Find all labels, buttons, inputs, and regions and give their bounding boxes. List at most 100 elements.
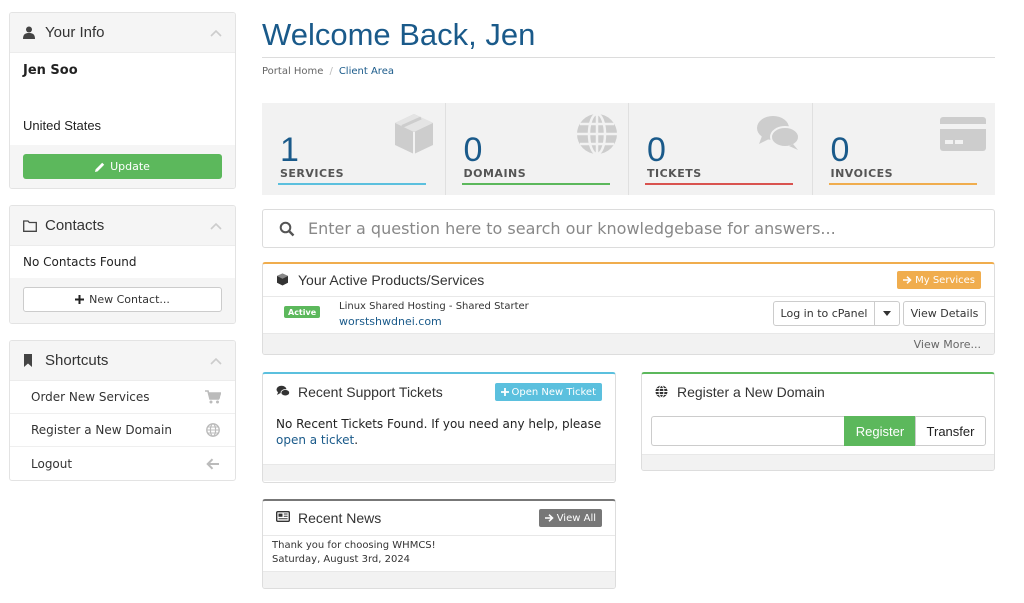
tile-domains[interactable]: 0 DOMAINS [446, 103, 629, 195]
stats-tiles: 1 SERVICES 0 DOMAINS 0 TICKETS 0 INVOICE… [262, 103, 995, 195]
your-info-title: Your Info [45, 24, 105, 41]
open-new-ticket-button[interactable]: Open New Ticket [494, 383, 602, 401]
comments-icon [756, 116, 800, 150]
globe-icon [205, 422, 221, 438]
breadcrumb-portal-home[interactable]: Portal Home [262, 66, 323, 77]
search-icon [279, 221, 295, 236]
register-domain-footer [642, 454, 994, 470]
folder-icon [23, 219, 39, 232]
contacts-empty: No Contacts Found [23, 255, 137, 269]
services-label: SERVICES [280, 167, 345, 180]
my-services-button[interactable]: My Services [897, 271, 981, 289]
open-new-ticket-label: Open New Ticket [511, 386, 596, 398]
globe-icon [577, 112, 617, 156]
new-contact-label: New Contact... [89, 293, 170, 306]
shortcut-logout[interactable]: Logout [10, 447, 235, 480]
cpanel-login-label: Log in to cPanel [780, 307, 868, 320]
transfer-label: Transfer [926, 423, 975, 439]
recent-news-header: Recent News View All [263, 501, 615, 536]
shortcuts-header[interactable]: Shortcuts [10, 341, 235, 381]
pencil-icon [95, 162, 105, 172]
cart-icon [205, 389, 221, 405]
domains-accent-bar [461, 183, 610, 185]
cpanel-dropdown-toggle[interactable] [874, 301, 900, 326]
newspaper-icon [276, 511, 290, 525]
cpanel-login-button[interactable]: Log in to cPanel [773, 301, 875, 326]
tile-services[interactable]: 1 SERVICES [262, 103, 446, 195]
update-label: Update [110, 160, 150, 173]
chevron-up-icon[interactable] [210, 357, 222, 365]
user-icon [23, 26, 39, 39]
active-products-header: Your Active Products/Services My Service… [263, 264, 994, 297]
page-title: Welcome Back, Jen [262, 17, 536, 52]
tickets-count: 0 [647, 131, 666, 169]
shortcut-label: Register a New Domain [31, 423, 172, 437]
tickets-label: TICKETS [647, 167, 702, 180]
new-contact-button[interactable]: New Contact... [23, 287, 222, 312]
news-date: Saturday, August 3rd, 2024 [272, 554, 411, 565]
register-button[interactable]: Register [844, 416, 916, 446]
domains-count: 0 [463, 131, 483, 169]
your-info-header[interactable]: Your Info [10, 13, 235, 53]
shortcuts-title: Shortcuts [45, 352, 109, 369]
your-info-panel: Your Info Jen Soo United States Update [9, 12, 236, 189]
kb-search-bar [262, 209, 995, 248]
tickets-accent-bar [645, 183, 793, 185]
view-all-news-button[interactable]: View All [538, 509, 602, 527]
view-details-label: View Details [910, 307, 979, 320]
recent-tickets-card: Recent Support Tickets Open New Ticket N… [262, 372, 616, 483]
arrow-right-icon [544, 514, 554, 522]
view-details-button[interactable]: View Details [903, 301, 986, 326]
active-products-card: Your Active Products/Services My Service… [262, 262, 995, 355]
register-label: Register [855, 423, 905, 439]
view-all-label: View All [556, 512, 596, 524]
tile-invoices[interactable]: 0 INVOICES [813, 103, 996, 195]
domains-label: DOMAINS [463, 167, 527, 180]
view-more-link[interactable]: View More... [914, 338, 981, 351]
update-button[interactable]: Update [23, 154, 222, 179]
news-item[interactable]: Thank you for choosing WHMCS! Saturday, … [263, 536, 615, 571]
contacts-panel: Contacts No Contacts Found New Contact..… [9, 205, 236, 324]
recent-tickets-header: Recent Support Tickets Open New Ticket [263, 374, 615, 410]
recent-news-footer [263, 571, 615, 588]
register-domain-card: Register a New Domain Register Transfer [641, 372, 995, 471]
caret-down-icon [883, 311, 891, 316]
contacts-header[interactable]: Contacts [10, 206, 235, 246]
tickets-empty-message: No Recent Tickets Found. If you need any… [263, 410, 615, 464]
recent-tickets-footer [263, 464, 615, 481]
credit-card-icon [940, 117, 986, 151]
plus-icon [75, 295, 85, 304]
client-name: Jen Soo [23, 63, 78, 78]
tile-tickets[interactable]: 0 TICKETS [629, 103, 813, 195]
breadcrumb-client-area[interactable]: Client Area [339, 66, 394, 77]
contacts-title: Contacts [45, 217, 105, 234]
register-domain-header: Register a New Domain [642, 374, 994, 410]
shortcuts-panel: Shortcuts Order New Services Register a … [9, 340, 236, 481]
cube-icon [394, 114, 433, 154]
shortcut-label: Logout [31, 456, 73, 471]
active-products-footer: View More... [263, 333, 994, 354]
invoices-label: INVOICES [830, 167, 894, 180]
recent-news-card: Recent News View All Thank you for choos… [262, 499, 616, 589]
domain-input[interactable] [651, 416, 845, 446]
tickets-empty-period: . [354, 433, 359, 447]
kb-search-input[interactable] [308, 219, 958, 238]
plus-icon [500, 388, 509, 396]
chevron-up-icon[interactable] [210, 222, 222, 230]
services-accent-bar [278, 183, 426, 185]
shortcut-register-domain[interactable]: Register a New Domain [10, 414, 235, 447]
cube-icon [276, 273, 290, 287]
transfer-button[interactable]: Transfer [915, 416, 986, 446]
recent-tickets-title: Recent Support Tickets [298, 384, 443, 400]
tickets-empty-text: No Recent Tickets Found. If you need any… [276, 417, 602, 431]
services-count: 1 [280, 131, 299, 169]
product-domain-link[interactable]: worstshwdnei.com [339, 315, 442, 328]
open-ticket-link[interactable]: open a ticket [276, 433, 354, 447]
arrow-right-icon [903, 276, 912, 284]
globe-icon [655, 385, 669, 399]
chevron-up-icon[interactable] [210, 29, 222, 37]
breadcrumb: Portal Home / Client Area [262, 66, 394, 77]
my-services-label: My Services [915, 274, 975, 286]
bookmark-icon [23, 354, 39, 367]
shortcut-order-new-services[interactable]: Order New Services [10, 381, 235, 414]
